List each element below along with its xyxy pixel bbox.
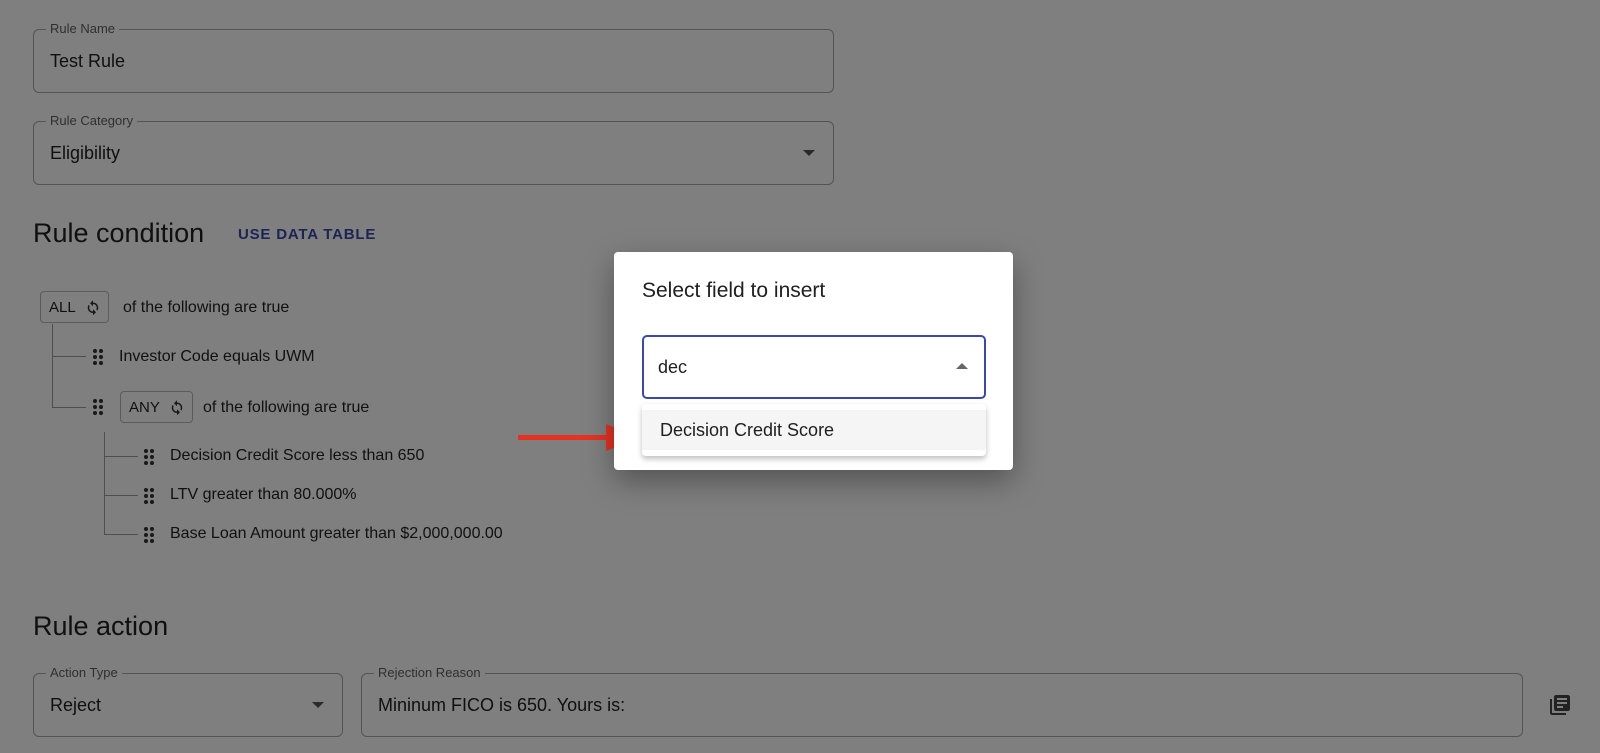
select-field-dialog: Select field to insert D Decision Credit… [614, 252, 1013, 470]
field-option[interactable]: Decision Credit Score [642, 410, 986, 450]
field-options-listbox: Decision Credit Score [642, 404, 986, 456]
chevron-up-icon[interactable] [956, 363, 968, 369]
page: Rule Name Test Rule Rule Category Eligib… [0, 0, 1600, 753]
dialog-title: Select field to insert [642, 279, 826, 302]
field-search-input[interactable] [658, 337, 938, 397]
field-search-combobox[interactable] [642, 335, 986, 399]
